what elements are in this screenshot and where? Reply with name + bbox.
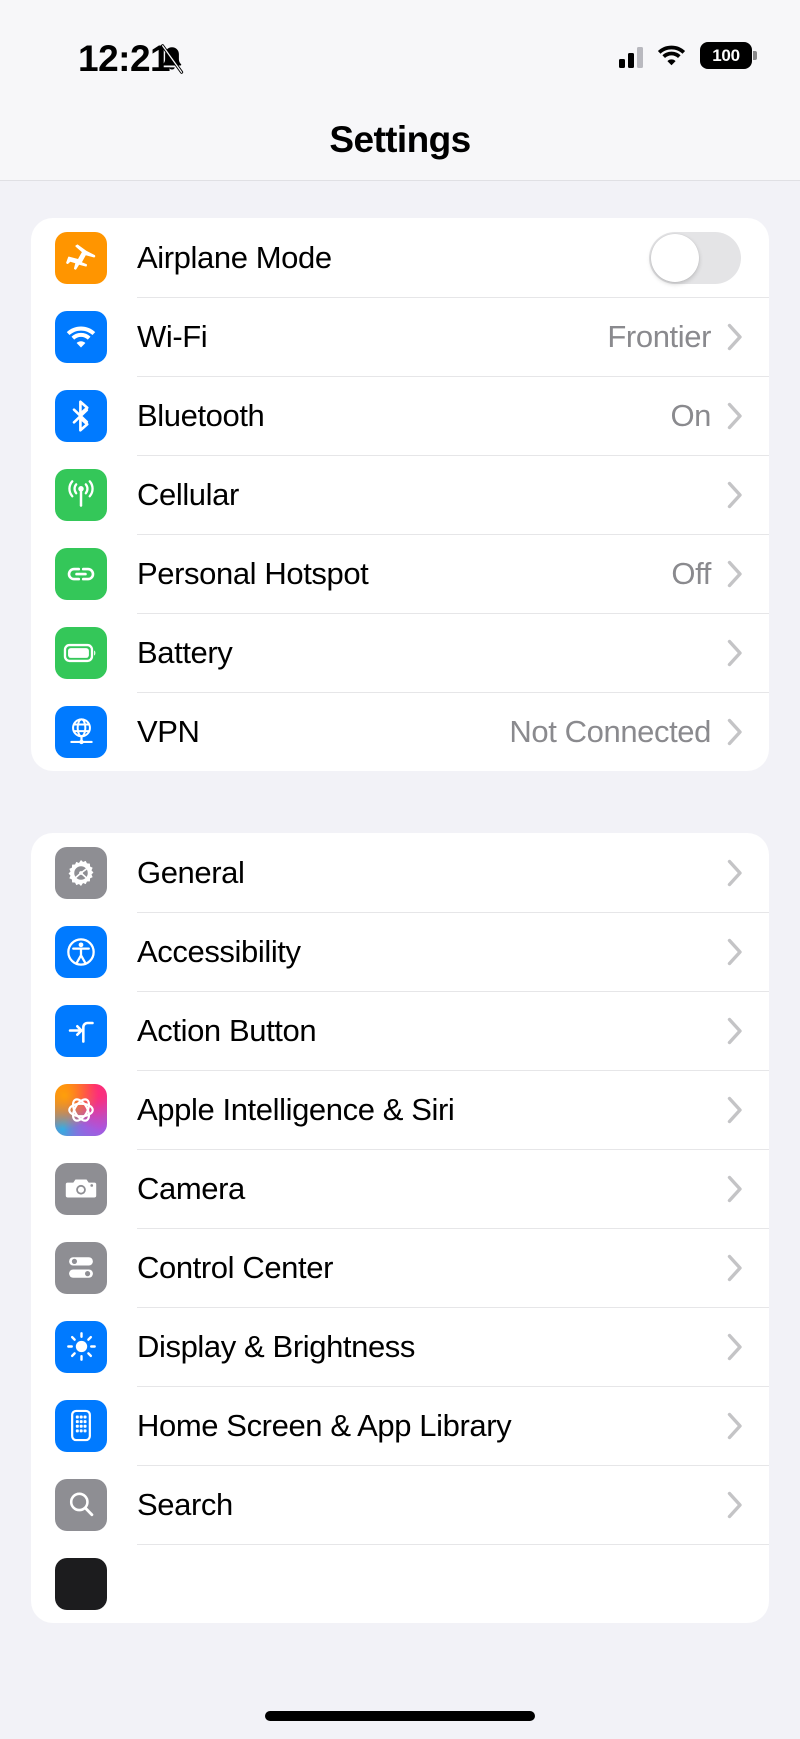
chevron-right-icon <box>727 718 743 746</box>
airplane-mode-toggle[interactable] <box>649 231 741 284</box>
hotspot-link-icon <box>55 547 107 600</box>
page-title: Settings <box>329 119 471 160</box>
vpn-globe-icon <box>55 705 107 758</box>
home-screen-icon <box>55 1399 107 1452</box>
settings-row-vpn[interactable]: VPN Not Connected <box>31 692 769 771</box>
chevron-right-icon <box>727 1491 743 1519</box>
status-bar-time: 12:21 <box>78 38 171 79</box>
settings-row-camera[interactable]: Camera <box>31 1149 769 1228</box>
settings-row-battery[interactable]: Battery <box>31 613 769 692</box>
settings-row-label: Search <box>137 1486 233 1522</box>
gear-icon <box>55 846 107 899</box>
settings-row-label: Control Center <box>137 1249 333 1285</box>
status-bar-indicators: 100 <box>619 42 757 69</box>
chevron-right-icon <box>727 323 743 351</box>
apple-intelligence-icon <box>55 1083 107 1136</box>
settings-row-general[interactable]: General <box>31 833 769 912</box>
settings-row-value: On <box>670 397 711 433</box>
chevron-right-icon <box>727 1333 743 1361</box>
settings-row-label: Home Screen & App Library <box>137 1407 512 1443</box>
settings-group-connectivity: Airplane Mode Wi-Fi Frontier Bluetooth O… <box>31 218 769 771</box>
settings-row-label: Cellular <box>137 476 239 512</box>
chevron-right-icon <box>727 938 743 966</box>
settings-group-system: General Accessibility Action Button Appl… <box>31 833 769 1623</box>
settings-row-apple-intelligence[interactable]: Apple Intelligence & Siri <box>31 1070 769 1149</box>
chevron-right-icon <box>727 1175 743 1203</box>
settings-row-display-brightness[interactable]: Display & Brightness <box>31 1307 769 1386</box>
toggle-knob <box>651 233 699 282</box>
settings-row-label: Battery <box>137 634 233 670</box>
chevron-right-icon <box>727 1017 743 1045</box>
battery-indicator: 100 <box>700 42 757 69</box>
settings-row-partial[interactable] <box>31 1544 769 1623</box>
settings-row-bluetooth[interactable]: Bluetooth On <box>31 376 769 455</box>
wifi-icon <box>55 310 107 363</box>
settings-row-control-center[interactable]: Control Center <box>31 1228 769 1307</box>
settings-row-value: Frontier <box>607 318 711 354</box>
chevron-right-icon <box>727 481 743 509</box>
airplane-icon <box>55 231 107 284</box>
bell-slash-icon <box>158 44 186 74</box>
bluetooth-icon <box>55 389 107 442</box>
chevron-right-icon <box>727 402 743 430</box>
status-bar: 12:21 100 <box>0 0 800 105</box>
settings-row-cellular[interactable]: Cellular <box>31 455 769 534</box>
chevron-right-icon <box>727 560 743 588</box>
nav-bar: Settings <box>0 105 800 181</box>
settings-row-wifi[interactable]: Wi-Fi Frontier <box>31 297 769 376</box>
settings-row-label: Airplane Mode <box>137 239 332 275</box>
settings-row-value: Off <box>671 555 711 591</box>
settings-row-value: Not Connected <box>509 713 711 749</box>
settings-row-action-button[interactable]: Action Button <box>31 991 769 1070</box>
settings-row-label: Display & Brightness <box>137 1328 416 1364</box>
settings-row-label: Accessibility <box>137 933 301 969</box>
settings-row-personal-hotspot[interactable]: Personal Hotspot Off <box>31 534 769 613</box>
wifi-icon <box>656 44 687 67</box>
settings-row-airplane-mode[interactable]: Airplane Mode <box>31 218 769 297</box>
settings-row-label: VPN <box>137 713 200 749</box>
chevron-right-icon <box>727 1412 743 1440</box>
settings-row-label: General <box>137 854 245 890</box>
settings-row-label: Personal Hotspot <box>137 555 369 591</box>
chevron-right-icon <box>727 859 743 887</box>
action-button-icon <box>55 1004 107 1057</box>
settings-row-accessibility[interactable]: Accessibility <box>31 912 769 991</box>
search-icon <box>55 1478 107 1531</box>
settings-row-label: Apple Intelligence & Siri <box>137 1091 455 1127</box>
control-center-icon <box>55 1241 107 1294</box>
settings-row-label: Wi-Fi <box>137 318 208 354</box>
cellular-signal-icon <box>619 44 643 68</box>
partial-row-icon <box>55 1557 107 1610</box>
battery-icon <box>55 626 107 679</box>
accessibility-icon <box>55 925 107 978</box>
camera-icon <box>55 1162 107 1215</box>
settings-row-home-screen[interactable]: Home Screen & App Library <box>31 1386 769 1465</box>
settings-screen: 12:21 100 Settings Airplane Mode Wi-Fi F… <box>0 0 800 1739</box>
chevron-right-icon <box>727 639 743 667</box>
settings-row-search[interactable]: Search <box>31 1465 769 1544</box>
settings-row-label: Action Button <box>137 1012 317 1048</box>
home-indicator[interactable] <box>265 1711 535 1721</box>
battery-percent: 100 <box>712 45 740 65</box>
sun-brightness-icon <box>55 1320 107 1373</box>
settings-row-label: Camera <box>137 1170 245 1206</box>
chevron-right-icon <box>727 1096 743 1124</box>
cellular-antenna-icon <box>55 468 107 521</box>
settings-row-label: Bluetooth <box>137 397 265 433</box>
chevron-right-icon <box>727 1254 743 1282</box>
settings-list: Airplane Mode Wi-Fi Frontier Bluetooth O… <box>0 181 800 1739</box>
